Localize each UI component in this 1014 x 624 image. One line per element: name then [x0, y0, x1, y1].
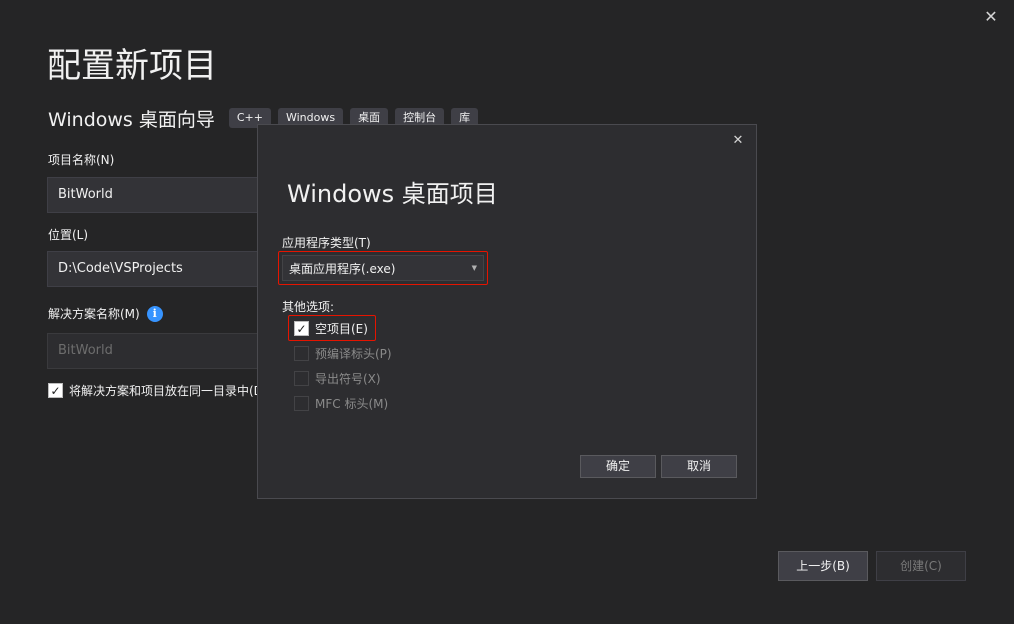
same-directory-label: 将解决方案和项目放在同一目录中(D	[69, 384, 263, 398]
option-empty-project[interactable]: ✓ 空项目(E)	[294, 320, 368, 337]
page-title: 配置新项目	[47, 46, 217, 86]
checkbox-empty-icon	[294, 346, 309, 361]
solution-name-input: BitWorld	[47, 333, 277, 369]
window-close-icon[interactable]: ✕	[981, 7, 1001, 27]
location-input[interactable]: D:\Code\VSProjects	[47, 251, 277, 287]
option-export-symbols: 导出符号(X)	[294, 370, 381, 387]
app-type-highlight: 桌面应用程序(.exe) ▼	[278, 251, 488, 285]
configure-new-project-window: ✕ 配置新项目 Windows 桌面向导 C++ Windows 桌面 控制台 …	[0, 0, 1014, 624]
dialog-title: Windows 桌面项目	[287, 180, 498, 208]
app-type-select[interactable]: 桌面应用程序(.exe) ▼	[282, 255, 484, 281]
solution-name-label: 解决方案名称(M)	[48, 307, 140, 321]
option-mfc-headers-label: MFC 标头(M)	[315, 397, 389, 411]
template-name: Windows 桌面向导	[48, 108, 215, 131]
checkbox-empty-icon	[294, 371, 309, 386]
chevron-down-icon[interactable]: ▼	[472, 264, 477, 272]
option-empty-project-label: 空项目(E)	[315, 322, 368, 336]
project-name-input[interactable]: BitWorld	[47, 177, 277, 213]
project-name-label: 项目名称(N)	[48, 153, 115, 167]
previous-button[interactable]: 上一步(B)	[778, 551, 868, 581]
option-mfc-headers: MFC 标头(M)	[294, 395, 388, 412]
option-precompiled-header-label: 预编译标头(P)	[315, 347, 392, 361]
checkmark-icon[interactable]: ✓	[48, 383, 63, 398]
create-button: 创建(C)	[876, 551, 966, 581]
info-icon[interactable]: i	[146, 305, 163, 322]
option-export-symbols-label: 导出符号(X)	[315, 372, 381, 386]
checkmark-icon[interactable]: ✓	[294, 321, 309, 336]
app-type-label: 应用程序类型(T)	[282, 236, 371, 250]
windows-desktop-project-dialog: ✕ Windows 桌面项目 应用程序类型(T) 桌面应用程序(.exe) ▼ …	[257, 124, 757, 499]
app-type-value: 桌面应用程序(.exe)	[289, 261, 396, 276]
dialog-close-icon[interactable]: ✕	[730, 133, 746, 149]
solution-name-label-row: 解决方案名称(M) i	[48, 305, 163, 322]
option-precompiled-header: 预编译标头(P)	[294, 345, 392, 362]
cancel-button[interactable]: 取消	[661, 455, 737, 478]
location-label: 位置(L)	[48, 228, 89, 242]
same-directory-checkbox-row[interactable]: ✓ 将解决方案和项目放在同一目录中(D	[48, 382, 263, 399]
checkbox-empty-icon	[294, 396, 309, 411]
other-options-label: 其他选项:	[282, 300, 335, 314]
ok-button[interactable]: 确定	[580, 455, 656, 478]
